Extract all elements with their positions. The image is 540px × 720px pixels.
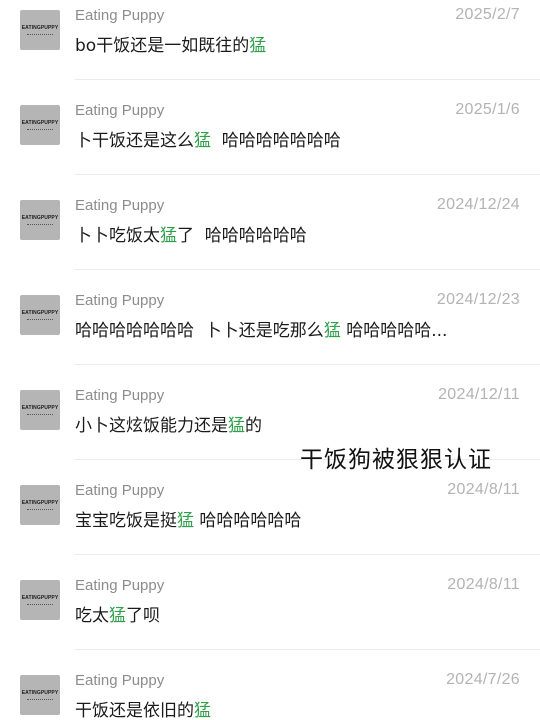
avatar[interactable]: EATINGPUPPY [20,200,60,240]
avatar-tagline [27,604,53,605]
avatar-brand-text: EATINGPUPPY [21,500,59,506]
comment-date: 2025/1/6 [455,101,520,118]
avatar-brand-text: EATINGPUPPY [21,25,59,31]
highlight-keyword: 猛 [194,701,211,720]
comment-text-segment: 哈哈哈哈哈哈哈 卜卜还是吃那么 [75,321,324,341]
comment-author[interactable]: Eating Puppy [75,577,164,594]
highlight-keyword: 猛 [228,416,245,436]
comment-text: 吃太猛了呗 [75,601,520,626]
comment-item[interactable]: EATINGPUPPY Eating Puppy 2024/12/23 哈哈哈哈哈哈哈… [0,270,540,365]
comment-text-segment: 哈哈哈哈哈... [340,321,448,341]
avatar[interactable]: EATINGPUPPY [20,580,60,620]
comment-text-segment: 了呗 [126,606,160,626]
comment-text-segment: 哈哈哈哈哈哈哈 [211,131,341,151]
comment-text-segment: 哈哈哈哈哈哈 [194,511,302,531]
avatar-brand-text: EATINGPUPPY [21,595,59,601]
avatar-tagline [27,414,53,415]
comment-text-segment: 了 哈哈哈哈哈哈 [177,226,307,246]
comment-author[interactable]: Eating Puppy [75,292,164,309]
comment-text: bo干饭还是一如既往的猛 [75,31,520,56]
comment-item[interactable]: EATINGPUPPY Eating Puppy 2024/7/26 干饭还是依旧的猛 [0,650,540,720]
avatar-tagline [27,224,53,225]
overlay-caption: 干饭狗被狠狠认证 [300,447,492,473]
comment-date: 2024/8/11 [447,481,520,498]
comment-text-segment: 干饭还是依旧的 [75,701,194,720]
comment-text: 卜卜吃饭太猛了 哈哈哈哈哈哈 [75,221,520,246]
comment-text-segment: 宝宝吃饭是挺 [75,511,177,531]
avatar-tagline [27,699,53,700]
comment-text: 卜干饭还是这么猛 哈哈哈哈哈哈哈 [75,126,520,151]
comment-author[interactable]: Eating Puppy [75,482,164,499]
avatar[interactable]: EATINGPUPPY [20,295,60,335]
highlight-keyword: 猛 [249,36,267,56]
highlight-keyword: 猛 [109,606,126,626]
comment-author[interactable]: Eating Puppy [75,387,164,404]
avatar[interactable]: EATINGPUPPY [20,10,60,50]
comment-text-segment: 吃太 [75,606,109,626]
highlight-keyword: 猛 [194,131,211,151]
avatar-brand-text: EATINGPUPPY [21,690,59,696]
avatar-tagline [27,319,53,320]
highlight-keyword: 猛 [177,511,194,531]
comment-date: 2024/12/23 [436,291,520,308]
comment-text: 干饭还是依旧的猛 [75,696,520,720]
avatar-brand-text: EATINGPUPPY [21,120,59,126]
avatar-brand-text: EATINGPUPPY [21,405,59,411]
comment-author[interactable]: Eating Puppy [75,672,164,689]
comment-date: 2024/7/26 [446,671,520,688]
avatar-tagline [27,509,53,510]
comment-text: 小卜这炫饭能力还是猛的 [75,411,520,436]
comment-date: 2024/12/11 [438,386,520,403]
highlight-keyword: 猛 [323,321,341,341]
comment-item[interactable]: EATINGPUPPY Eating Puppy 2024/8/11 宝宝吃饭是挺猛 … [0,460,540,555]
avatar[interactable]: EATINGPUPPY [20,390,60,430]
comment-text: 宝宝吃饭是挺猛 哈哈哈哈哈哈 [75,506,520,531]
comment-item[interactable]: EATINGPUPPY Eating Puppy 2025/2/7 bo干饭还是一如既… [0,0,540,80]
comment-author[interactable]: Eating Puppy [75,7,164,24]
comment-text-segment: 卜干饭还是这么 [75,131,194,151]
comment-text-segment: 卜卜吃饭太 [75,226,160,246]
comment-item[interactable]: EATINGPUPPY Eating Puppy 2024/8/11 吃太猛了呗 [0,555,540,650]
avatar[interactable]: EATINGPUPPY [20,105,60,145]
comment-item[interactable]: EATINGPUPPY Eating Puppy 2025/1/6 卜干饭还是这么猛 … [0,80,540,175]
avatar-brand-text: EATINGPUPPY [21,310,59,316]
comment-date: 2024/8/11 [447,576,520,593]
avatar[interactable]: EATINGPUPPY [20,485,60,525]
comment-date: 2025/2/7 [455,6,520,23]
highlight-keyword: 猛 [160,226,177,246]
avatar-tagline [27,129,53,130]
comment-item[interactable]: EATINGPUPPY Eating Puppy 2024/12/24 卜卜吃饭太猛了… [0,175,540,270]
comment-text-segment: 小卜这炫饭能力还是 [75,416,228,436]
avatar-brand-text: EATINGPUPPY [21,215,59,221]
comment-text-segment: bo干饭还是一如既往的 [75,36,250,56]
comment-author[interactable]: Eating Puppy [75,102,164,119]
comment-text: 哈哈哈哈哈哈哈 卜卜还是吃那么猛 哈哈哈哈哈... [75,316,520,341]
avatar-tagline [27,34,53,35]
comment-text-segment: 的 [245,416,262,436]
comment-date: 2024/12/24 [436,196,520,213]
avatar[interactable]: EATINGPUPPY [20,675,60,715]
comment-author[interactable]: Eating Puppy [75,197,164,214]
